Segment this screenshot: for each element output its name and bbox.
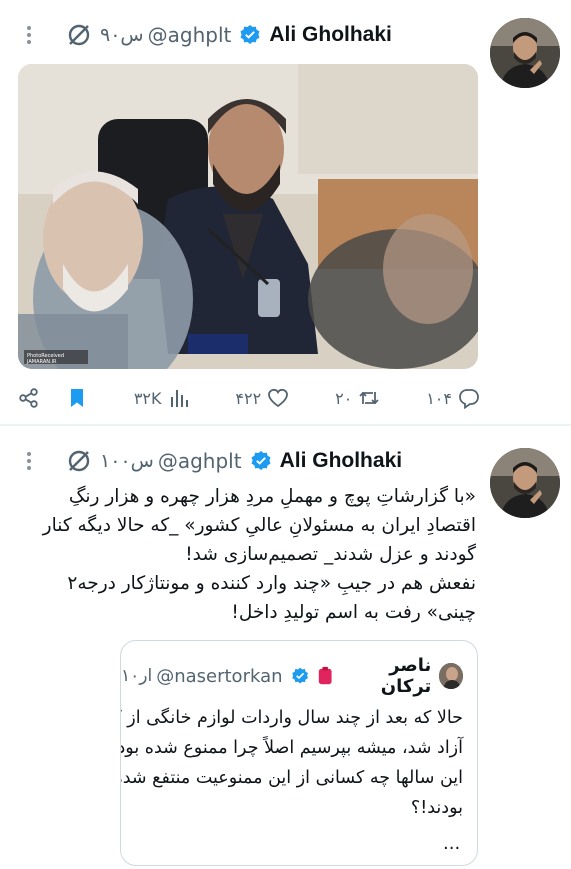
tweet-text-line: «با گزارشاتِ پوچ و مهملِ مردِ هزار چهره … [68,486,476,507]
author-name[interactable]: Ali Gholhaki [280,449,403,473]
share-button[interactable] [18,387,40,409]
tweet-text: «با گزارشاتِ پوچ و مهملِ مردِ هزار چهره … [21,482,476,627]
quoted-author-handle: @nasertorkan [156,665,283,687]
grok-icon[interactable] [66,22,92,48]
verified-badge-icon [240,25,260,44]
tweet-actions: ۳۲K ۴۲۲ ۲۰ ۱۰۴ [18,382,480,414]
more-options-icon[interactable] [20,26,38,44]
views-icon [170,390,188,407]
verified-badge-icon [251,451,271,470]
views-button[interactable]: ۳۲K [134,387,190,409]
author-handle[interactable]: @aghplt [158,449,242,473]
quoted-tweet-text: حالا که بعد از چند سال واردات لوازم خانگ… [120,703,463,823]
author-name[interactable]: Ali Gholhaki [269,23,392,47]
quoted-text-line: حالا که بعد از چند سال واردات لوازم خانگ… [120,708,463,728]
retweet-button[interactable]: ۲۰ [335,387,380,409]
author-avatar[interactable] [490,18,560,88]
tweet-text-line: گودند و عزل شدند_ تصمیم‌سازی شد! [185,544,476,565]
tweet-header: ۹۰س @aghplt Ali Gholhaki [20,20,479,50]
retweets-count: ۲۰ [335,388,353,408]
bookmark-icon [70,389,83,407]
author-handle[interactable]: @aghplt [148,23,232,47]
tweet-time[interactable]: ۱۰۰س [100,450,154,472]
tweet-header: ۱۰۰س @aghplt Ali Gholhaki [20,446,479,476]
quoted-text-line: بودند!؟ [410,798,463,818]
tweet-text-line: اقتصادِ ایران به مسئولانِ عالیِ کشور» _ک… [42,515,476,536]
tweet-time[interactable]: ۹۰س [100,24,144,46]
reply-button[interactable]: ۱۰۴ [426,387,480,409]
quoted-tweet-header: ۱۰ار @nasertorkan ناصر ترکان [121,655,464,697]
bookmark-button[interactable] [66,387,88,409]
quoted-author-avatar [439,663,464,689]
tweet-separator [0,424,571,426]
more-options-icon[interactable] [20,452,38,470]
tweet-text-line: چینی» رفت به اسم تولیدِ داخل! [231,602,476,623]
retweet-icon [359,391,379,405]
tweet-text-line: نفعش هم در جیبِ «چند وارد کننده و مونتاژ… [67,573,476,594]
quoted-author-name: ناصر ترکان [380,655,432,697]
verified-badge-icon [291,667,308,684]
like-button[interactable]: ۴۲۲ [235,387,289,409]
quoted-tweet-more[interactable]: ... [443,833,460,854]
author-avatar[interactable] [490,448,560,518]
grok-icon[interactable] [66,448,92,474]
quoted-text-line: آزاد شد، میشه بپرسیم اصلاً چرا ممنوع شده… [121,738,463,758]
image-watermark-2: JAMARAN.IR [26,359,57,365]
likes-count: ۴۲۲ [235,388,262,408]
heart-icon [268,388,289,408]
quoted-tweet[interactable]: ۱۰ار @nasertorkan ناصر ترکان حالا که بعد… [120,640,478,866]
tweet-photo[interactable]: PhotoReceived JAMARAN.IR [18,64,478,369]
affiliation-badge-icon [318,666,332,685]
quoted-text-line: این سالها چه کسانی از این ممنوعیت منتفع … [120,768,463,788]
tweet-1[interactable]: ۹۰س @aghplt Ali Gholhaki PhotoReceived J… [0,0,571,424]
reply-icon [459,389,479,409]
quoted-tweet-time: ۱۰ار [121,666,153,686]
replies-count: ۱۰۴ [426,388,452,408]
views-count: ۳۲K [133,388,162,408]
share-icon [19,388,38,408]
